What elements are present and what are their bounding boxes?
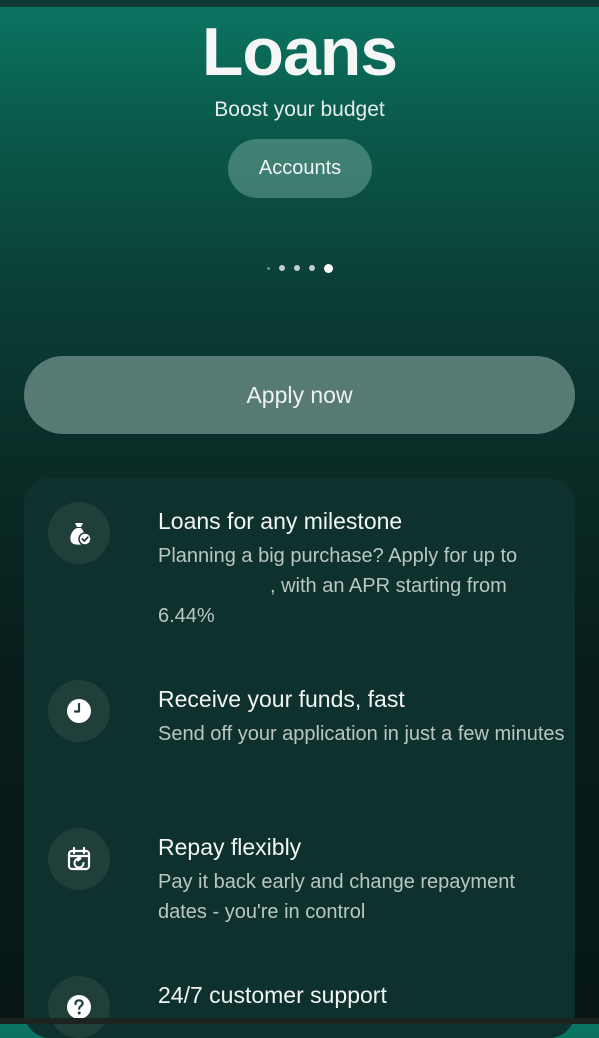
feature-title: 24/7 customer support [158,982,387,1008]
redacted-amount [158,591,270,592]
feature-title: Loans for any milestone [158,508,403,534]
features-card: Loans for any milestone Planning a big p… [24,478,575,1038]
status-bar-edge [0,0,599,7]
accounts-button[interactable]: Accounts [228,139,372,198]
question-mark-icon [48,976,110,1038]
apply-now-button[interactable]: Apply now [24,356,575,434]
carousel-dot [308,265,315,271]
clock-icon [48,680,110,742]
page-title: Loans [201,14,398,90]
carousel-dot-active [323,263,333,273]
feature-title: Repay flexibly [158,834,302,860]
carousel-dot [278,265,285,271]
carousel-dot [293,265,300,271]
feature-description: Pay it back early and change repayment d… [158,871,515,923]
nav-bar-edge [0,1018,599,1024]
carousel-indicator [0,262,599,274]
feature-item-support: 24/7 customer support [48,976,568,1038]
money-bag-check-icon [48,502,110,564]
feature-description-start: Planning a big purchase? Apply for up to [158,545,518,567]
feature-item-repay: Repay flexibly Pay it back early and cha… [48,828,568,928]
feature-item-milestone: Loans for any milestone Planning a big p… [48,502,568,642]
feature-title: Receive your funds, fast [158,686,405,712]
carousel-dot [266,266,270,270]
page-subtitle: Boost your budget [214,98,385,121]
feature-item-funds: Receive your funds, fast Send off your a… [48,680,568,780]
feature-description: Send off your application in just a few … [158,723,565,745]
feature-description-end: , with an APR starting from 6.44% [158,575,507,627]
feature-description: Planning a big purchase? Apply for up to… [158,541,568,631]
calendar-repeat-icon [48,828,110,890]
